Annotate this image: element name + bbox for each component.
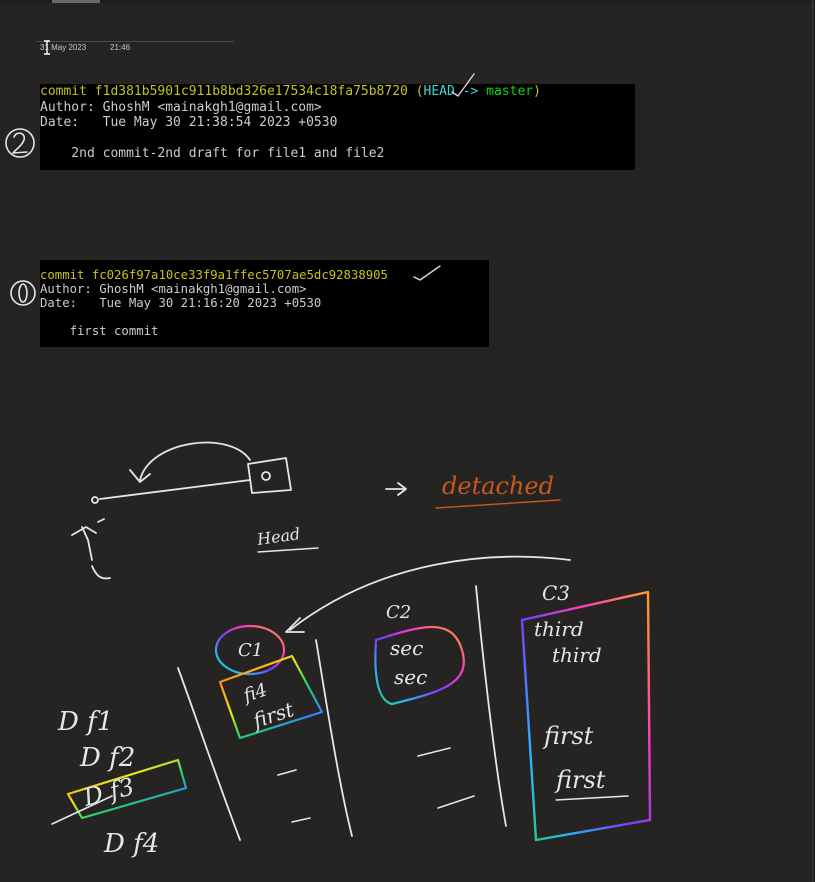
commit-hash: f1d381b5901c911b8bd326e17534c18fa75b8720	[94, 84, 408, 99]
head-label: Head	[255, 524, 301, 549]
git-log-screenshot-commit-1: commit fc026f97a10ce33f9a1ffec5707ae5dc9…	[40, 260, 489, 347]
commit-line: commit fc026f97a10ce33f9a1ffec5707ae5dc9…	[40, 268, 388, 282]
c2-label: C2	[386, 602, 411, 623]
file-f4: D f4	[103, 829, 159, 859]
file-f2: D f2	[79, 743, 135, 773]
date-line: Date: Tue May 30 21:16:20 2023 +0530	[40, 296, 322, 310]
c2-box	[374, 626, 465, 706]
commit-line: commit f1d381b5901c911b8bd326e17534c18fa…	[40, 84, 541, 100]
c3-line-1: third	[534, 617, 584, 641]
author-line: Author: GhoshM <mainakgh1@gmail.com>	[40, 99, 322, 115]
head-pointer-sketch	[71, 441, 407, 580]
ref-close: )	[533, 84, 541, 99]
commit-label: commit	[40, 84, 87, 99]
commit-message: first commit	[40, 324, 159, 338]
date-line: Date: Tue May 30 21:38:54 2023 +0530	[40, 115, 338, 130]
branch-ref: master	[486, 84, 534, 99]
author-line: Author: GhoshM <mainakgh1@gmail.com>	[40, 282, 307, 296]
file-f3-strike	[51, 795, 113, 825]
head-ref: HEAD ->	[423, 84, 479, 99]
circled-number-0-icon	[10, 280, 36, 306]
active-tab-indicator[interactable]	[52, 0, 100, 3]
c1-line-1: fi4	[239, 680, 270, 708]
c3-underline	[555, 795, 629, 801]
git-log-screenshot-commit-2: commit f1d381b5901c911b8bd326e17534c18fa…	[40, 84, 635, 170]
commit-message: 2nd commit-2nd draft for file1 and file2	[40, 146, 385, 161]
c2-line-1: sec	[390, 636, 423, 660]
window-top-bar	[0, 0, 815, 3]
commit-label: commit	[40, 268, 85, 282]
text-cursor-icon	[44, 40, 50, 55]
file-f3-highlight	[66, 758, 188, 820]
commit-hash: fc026f97a10ce33f9a1ffec5707ae5dc92838905	[91, 268, 388, 282]
detached-label: detached	[442, 472, 554, 500]
page-right-border	[812, 0, 813, 882]
arrow-head-icon	[285, 617, 305, 633]
c1-label: C1	[238, 640, 263, 661]
circled-number-2-icon	[5, 128, 35, 158]
file-f3: D f3	[80, 772, 137, 812]
c2-line-2: sec	[394, 665, 427, 689]
c3-line-2: third	[552, 643, 602, 667]
page-title-underline	[36, 41, 234, 42]
head-underline	[257, 547, 319, 553]
column-dividers	[177, 585, 507, 841]
c3-line-4: first	[554, 766, 606, 794]
empty-slot-dashes	[277, 747, 475, 823]
c1-box	[218, 654, 324, 740]
page-time: 21:46	[110, 43, 131, 52]
c1-line-2: first	[248, 697, 297, 733]
parent-arrow	[289, 555, 571, 631]
c1-circle	[214, 624, 286, 676]
ref-open: (	[415, 84, 424, 99]
c3-line-3: first	[542, 722, 594, 750]
file-f1: D f1	[57, 707, 113, 737]
c3-box	[520, 590, 652, 842]
detached-underline	[435, 499, 561, 509]
c3-label: C3	[542, 581, 570, 605]
